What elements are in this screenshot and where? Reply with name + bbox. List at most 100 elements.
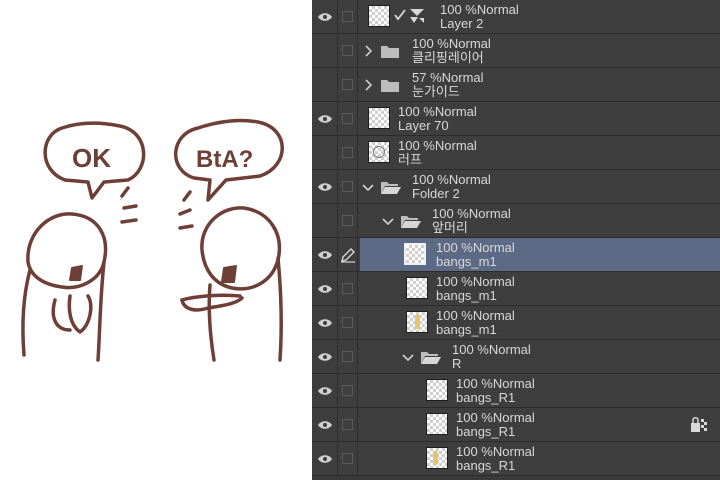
visibility-toggle[interactable] xyxy=(312,68,338,101)
layer-opacity: 100 % xyxy=(436,274,473,289)
edit-status[interactable] xyxy=(338,68,358,101)
visibility-toggle[interactable] xyxy=(312,204,338,237)
visibility-toggle[interactable] xyxy=(312,34,338,67)
eye-icon xyxy=(318,285,332,293)
chevron-right-icon[interactable] xyxy=(364,45,372,57)
layer-name: Layer 2 xyxy=(440,16,484,31)
chevron-down-icon[interactable] xyxy=(402,353,414,361)
visibility-toggle[interactable] xyxy=(312,374,338,407)
layer-blend: Normal xyxy=(434,104,477,119)
layer-name: bangs_R1 xyxy=(456,424,516,439)
edit-status[interactable] xyxy=(338,306,358,339)
edit-status[interactable] xyxy=(338,34,358,67)
layer-row[interactable]: 100 %Normal 러프 xyxy=(312,136,720,170)
layer-folder-row[interactable]: 100 %Normal 앞머리 xyxy=(312,204,720,238)
layer-row[interactable]: 100 %Normal bangs_R1 xyxy=(312,374,720,408)
edit-status[interactable] xyxy=(338,170,358,203)
edit-status[interactable] xyxy=(338,136,358,169)
visibility-toggle[interactable] xyxy=(312,136,338,169)
edit-status[interactable] xyxy=(338,102,358,135)
chevron-down-icon[interactable] xyxy=(382,217,394,225)
visibility-toggle[interactable] xyxy=(312,442,338,475)
edit-status[interactable] xyxy=(338,340,358,373)
layer-opacity: 100 % xyxy=(436,240,473,255)
eye-icon xyxy=(318,421,332,429)
layer-name: bangs_m1 xyxy=(436,254,497,269)
layer-blend: Normal xyxy=(472,274,515,289)
layer-name: 앞머리 xyxy=(432,220,468,235)
edit-status[interactable] xyxy=(338,204,358,237)
eye-icon xyxy=(318,387,332,395)
layer-thumbnail xyxy=(426,413,448,435)
drawing-canvas[interactable]: OK BtA? xyxy=(0,0,312,480)
layer-name: 러프 xyxy=(398,152,422,167)
layer-folder-row[interactable]: 100 %Normal R xyxy=(312,340,720,374)
sketch-drawing: OK BtA? xyxy=(21,118,284,362)
eye-icon xyxy=(318,455,332,463)
visibility-toggle[interactable] xyxy=(312,238,338,271)
lock-transparent-pixels-icon[interactable] xyxy=(690,416,708,434)
check-icon xyxy=(394,9,406,21)
layer-opacity: 100 % xyxy=(456,376,493,391)
visibility-toggle[interactable] xyxy=(312,102,338,135)
layer-row[interactable]: 100 %Normal bangs_m1 xyxy=(312,272,720,306)
visibility-toggle[interactable] xyxy=(312,306,338,339)
visibility-toggle[interactable] xyxy=(312,170,338,203)
left-speech-text: OK xyxy=(72,143,111,173)
layer-label: 57 %Normal 눈가이드 xyxy=(412,71,484,99)
layer-label: 100 %Normal Folder 2 xyxy=(412,173,491,201)
layer-label: 100 %Normal bangs_m1 xyxy=(436,241,515,269)
visibility-toggle[interactable] xyxy=(312,272,338,305)
layer-thumbnail xyxy=(406,277,428,299)
layer-row[interactable]: 100 %Normal bangs_R1 xyxy=(312,442,720,476)
layer-blend: Normal xyxy=(476,2,519,17)
eye-icon xyxy=(318,353,332,361)
layer-row-selected[interactable]: 100 %Normal bangs_m1 xyxy=(312,238,720,272)
eye-icon xyxy=(318,183,332,191)
layer-thumbnail xyxy=(426,379,448,401)
right-speech-text: BtA? xyxy=(196,146,253,173)
chevron-right-icon[interactable] xyxy=(364,79,372,91)
layer-name: R xyxy=(452,356,462,371)
layer-folder-row[interactable]: 100 %Normal Folder 2 xyxy=(312,170,720,204)
layer-row[interactable]: 100 %Normal Layer 70 xyxy=(312,102,720,136)
layer-name: Folder 2 xyxy=(412,186,460,201)
visibility-toggle[interactable] xyxy=(312,0,338,33)
layer-opacity: 100 % xyxy=(432,206,469,221)
layer-blend: Normal xyxy=(492,444,535,459)
folder-open-icon xyxy=(401,216,421,228)
layer-blend: Normal xyxy=(448,172,491,187)
layer-folder-row[interactable]: 100 %Normal 클리핑레이어 xyxy=(312,34,720,68)
layer-opacity: 100 % xyxy=(456,410,493,425)
layer-opacity: 100 % xyxy=(436,308,473,323)
layer-thumbnail xyxy=(426,447,448,469)
layer-folder-row[interactable]: 57 %Normal 눈가이드 xyxy=(312,68,720,102)
left-figure-body xyxy=(21,268,32,357)
eye-icon xyxy=(318,251,332,259)
edit-status[interactable] xyxy=(338,238,358,271)
edit-status[interactable] xyxy=(338,408,358,441)
visibility-toggle[interactable] xyxy=(312,408,338,441)
layer-row[interactable]: 100 %Normal Layer 2 xyxy=(312,0,720,34)
layer-name: 눈가이드 xyxy=(412,84,460,99)
layer-label: 100 %Normal bangs_R1 xyxy=(456,445,535,473)
edit-status[interactable] xyxy=(338,374,358,407)
layer-blend: Normal xyxy=(448,36,491,51)
edit-status[interactable] xyxy=(338,0,358,33)
layer-row[interactable]: 100 %Normal bangs_m1 xyxy=(312,306,720,340)
layer-blend: Normal xyxy=(434,138,477,153)
folder-icon xyxy=(381,80,399,92)
layer-row[interactable]: 100 %Normal bangs_R1 xyxy=(312,408,720,442)
edit-status[interactable] xyxy=(338,272,358,305)
edit-status[interactable] xyxy=(338,442,358,475)
layer-thumbnail xyxy=(406,311,428,333)
chevron-down-icon[interactable] xyxy=(362,183,374,191)
layer-panel: 100 %Normal Layer 2 100 %Normal 클리핑레이어 5… xyxy=(312,0,720,480)
layer-label: 100 %Normal 클리핑레이어 xyxy=(412,37,491,65)
layer-label: 100 %Normal Layer 2 xyxy=(440,3,519,31)
layer-name: bangs_m1 xyxy=(436,288,497,303)
layer-thumbnail xyxy=(404,243,426,265)
layer-name: 클리핑레이어 xyxy=(412,50,484,65)
layer-blend: Normal xyxy=(488,342,531,357)
visibility-toggle[interactable] xyxy=(312,340,338,373)
